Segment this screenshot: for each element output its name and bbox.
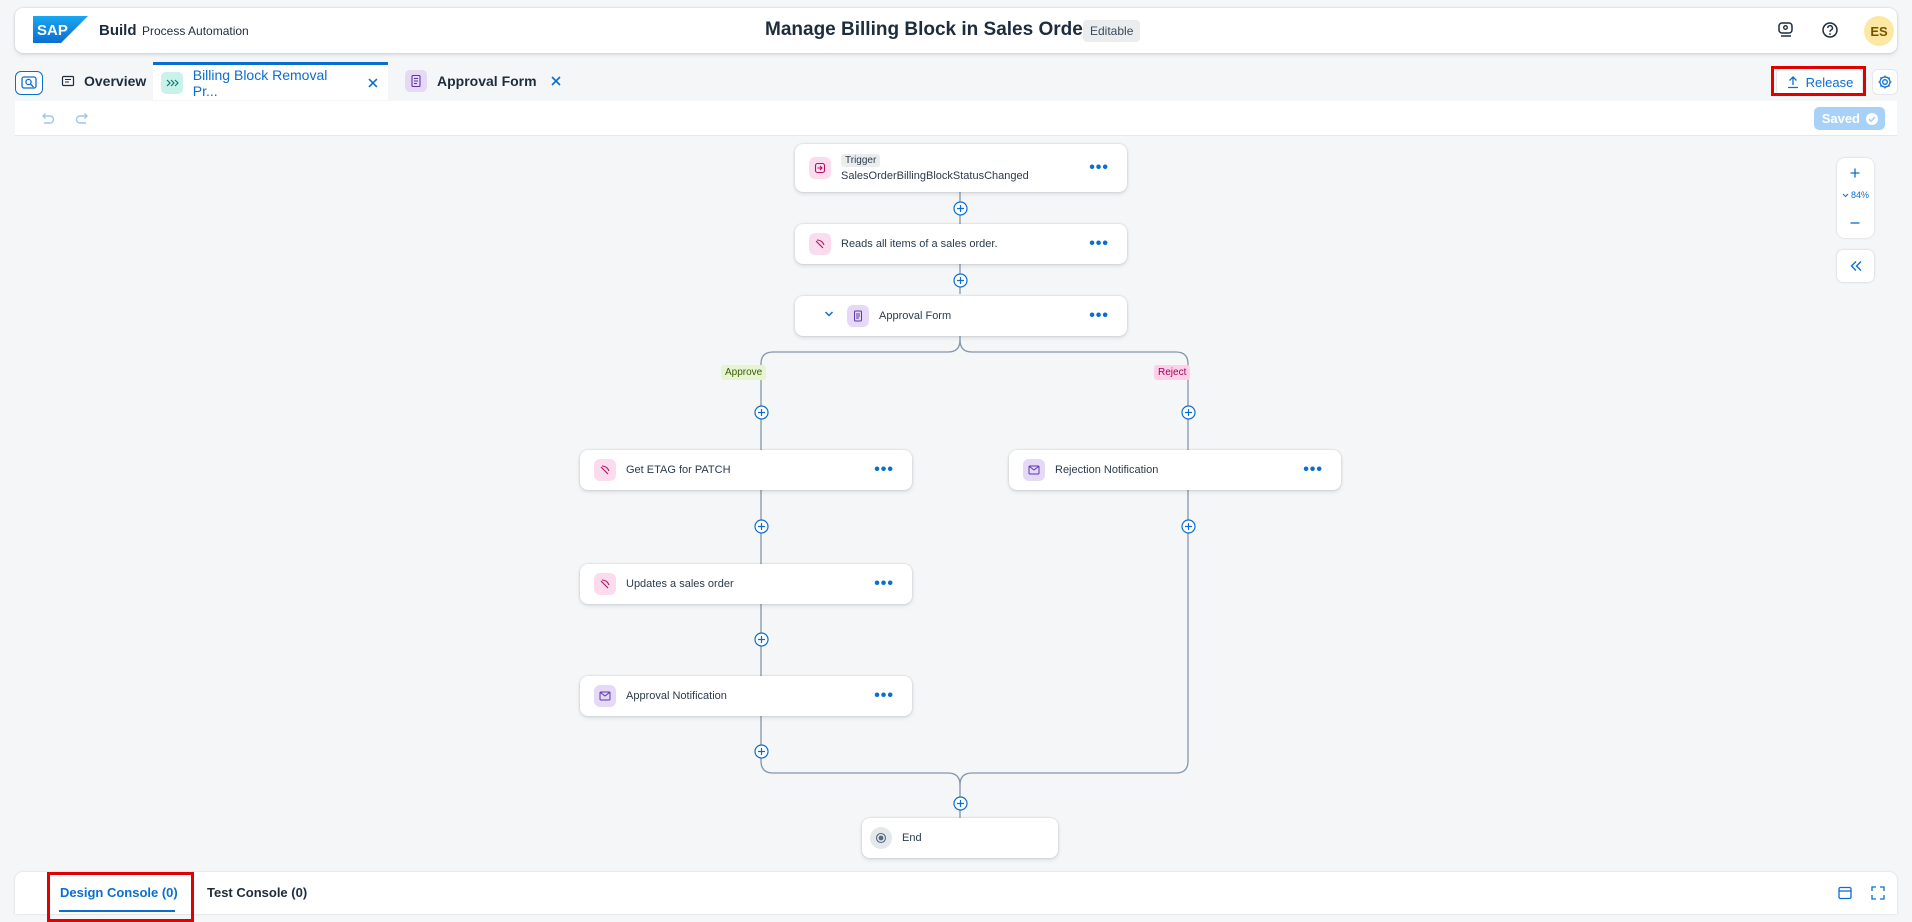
fullscreen-icon[interactable] — [1870, 885, 1886, 901]
add-step-icon[interactable] — [953, 796, 968, 811]
branch-label-approve: Approve — [721, 365, 767, 380]
close-icon[interactable] — [366, 76, 380, 90]
more-options-icon[interactable]: ••• — [874, 688, 894, 704]
more-options-icon[interactable]: ••• — [1089, 160, 1109, 176]
trigger-text: Trigger SalesOrderBillingBlockStatusChan… — [841, 154, 1029, 182]
editor-tab-bar: Overview Billing Block Removal Pr... App… — [0, 62, 1912, 100]
page-title: Manage Billing Block in Sales Order — [765, 19, 1091, 40]
saved-status-badge: Saved — [1813, 107, 1885, 130]
mail-icon — [594, 685, 616, 707]
chevron-down-icon[interactable] — [824, 310, 834, 318]
add-step-icon[interactable] — [754, 405, 769, 420]
overview-icon — [60, 70, 76, 92]
process-canvas[interactable]: Trigger SalesOrderBillingBlockStatusChan… — [15, 136, 1897, 864]
status-badge: Editable — [1083, 20, 1141, 42]
avatar[interactable]: ES — [1864, 16, 1894, 46]
action-node-get-etag[interactable]: Get ETAG for PATCH ••• — [580, 450, 912, 490]
close-icon[interactable] — [549, 74, 563, 88]
tab-billing-block-removal[interactable]: Billing Block Removal Pr... — [153, 62, 388, 100]
collapse-panel-button[interactable] — [1837, 250, 1874, 282]
node-label: End — [902, 832, 922, 844]
notification-node-approval[interactable]: Approval Notification ••• — [580, 676, 912, 716]
add-step-icon[interactable] — [754, 519, 769, 534]
search-icon — [21, 76, 37, 89]
form-icon — [847, 305, 869, 327]
redo-icon[interactable] — [74, 110, 92, 128]
trigger-node[interactable]: Trigger SalesOrderBillingBlockStatusChan… — [795, 144, 1127, 192]
search-artifacts-button[interactable] — [15, 71, 43, 95]
mail-icon — [1023, 459, 1045, 481]
action-node-update-order[interactable]: Updates a sales order ••• — [580, 564, 912, 604]
notification-node-rejection[interactable]: Rejection Notification ••• — [1009, 450, 1341, 490]
end-node[interactable]: End — [862, 818, 1058, 858]
action-icon — [809, 233, 831, 255]
action-icon — [594, 459, 616, 481]
more-options-icon[interactable]: ••• — [874, 576, 894, 592]
tab-label: Billing Block Removal Pr... — [192, 66, 328, 99]
feedback-icon[interactable] — [1776, 20, 1796, 40]
node-label: Approval Notification — [626, 690, 727, 702]
editor-toolbar: Saved — [15, 101, 1897, 136]
tab-label: Approval Form — [437, 73, 537, 89]
end-icon — [870, 827, 892, 849]
console-panel: Design Console (0) Test Console (0) — [15, 872, 1897, 914]
branch-label-reject: Reject — [1154, 365, 1191, 380]
panel-layout-icon[interactable] — [1837, 885, 1853, 901]
svg-text:SAP: SAP — [37, 22, 68, 39]
release-highlight-box — [1771, 66, 1866, 96]
trigger-label: SalesOrderBillingBlockStatusChanged — [841, 170, 1029, 182]
form-icon — [405, 70, 427, 92]
zoom-value: 84% — [1850, 190, 1869, 200]
chevron-down-icon — [1842, 193, 1849, 198]
node-label: Approval Form — [879, 310, 952, 322]
help-icon[interactable] — [1820, 20, 1840, 40]
checkmark-icon — [1866, 112, 1878, 125]
more-options-icon[interactable]: ••• — [1089, 308, 1109, 324]
tab-test-console[interactable]: Test Console (0) — [207, 885, 307, 900]
add-step-icon[interactable] — [754, 632, 769, 647]
more-options-icon[interactable]: ••• — [1303, 462, 1323, 478]
shell-bar: SAP Build Process Automation Manage Bill… — [15, 8, 1897, 53]
process-icon — [161, 71, 183, 94]
gear-icon — [1878, 75, 1892, 89]
saved-label: Saved — [1821, 111, 1860, 126]
node-label: Reads all items of a sales order. — [841, 238, 998, 250]
settings-button[interactable] — [1872, 69, 1898, 95]
zoom-controls: 84% — [1837, 158, 1874, 238]
add-step-icon[interactable] — [754, 744, 769, 759]
node-label: Updates a sales order — [626, 578, 734, 590]
trigger-event-icon — [809, 157, 831, 179]
more-options-icon[interactable]: ••• — [874, 462, 894, 478]
node-label: Get ETAG for PATCH — [626, 464, 731, 476]
more-options-icon[interactable]: ••• — [1089, 236, 1109, 252]
action-icon — [594, 573, 616, 595]
undo-icon[interactable] — [38, 110, 56, 128]
double-chevron-left-icon — [1850, 261, 1861, 271]
trigger-chip: Trigger — [841, 154, 881, 167]
zoom-out-icon[interactable] — [1849, 217, 1861, 229]
add-step-icon[interactable] — [953, 273, 968, 288]
action-node-read-items[interactable]: Reads all items of a sales order. ••• — [795, 224, 1127, 264]
design-console-highlight-box — [47, 872, 194, 922]
form-node-approval[interactable]: Approval Form ••• — [795, 296, 1127, 336]
add-step-icon[interactable] — [953, 201, 968, 216]
zoom-level[interactable]: 84% — [1837, 190, 1874, 200]
tab-overview[interactable]: Overview — [52, 62, 154, 100]
brand-subtitle: Process Automation — [142, 24, 249, 38]
add-step-icon[interactable] — [1181, 519, 1196, 534]
tab-label: Overview — [84, 73, 147, 89]
brand-name: Build — [99, 22, 137, 39]
sap-logo[interactable]: SAP — [33, 16, 88, 43]
add-step-icon[interactable] — [1181, 405, 1196, 420]
node-label: Rejection Notification — [1055, 464, 1159, 476]
tab-approval-form[interactable]: Approval Form — [397, 62, 571, 100]
zoom-in-icon[interactable] — [1849, 167, 1861, 179]
